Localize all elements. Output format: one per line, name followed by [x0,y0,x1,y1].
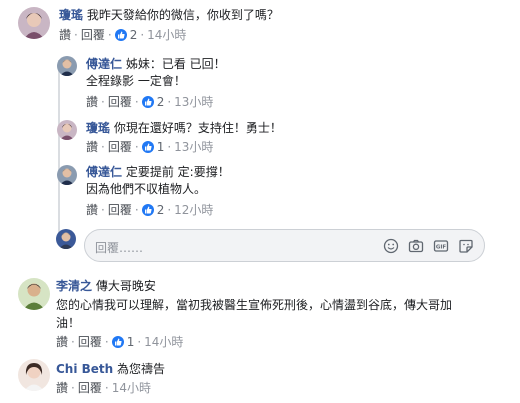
like-badge-icon[interactable] [141,141,154,153]
like-badge-icon[interactable] [114,29,127,41]
reply-actions: 讚 · 回覆 · 1 · 13小時 [86,140,214,154]
reply-input[interactable]: 回覆…… GIF [84,229,485,262]
commenter-name[interactable]: 瓊瑤 [86,121,110,135]
timestamp[interactable]: 13小時 [174,140,213,154]
like-count[interactable]: 2 [157,95,165,109]
gif-icon[interactable]: GIF [433,238,449,254]
like-count[interactable]: 2 [130,28,138,42]
reply-actions: 讚 · 回覆 · 2 · 12小時 [86,203,214,217]
comment-text: 我昨天發給你的微信，你收到了嗎？ [86,8,279,22]
reply-link[interactable]: 回覆 [108,203,132,217]
comment-actions: 讚 · 回覆 · 1 · 14小時 [56,335,184,349]
avatar[interactable] [18,359,50,391]
thread-connector-line [58,60,60,236]
reply-link[interactable]: 回覆 [78,335,102,349]
commenter-name[interactable]: 李清之 [56,279,92,293]
commenter-name[interactable]: 瓊瑤 [59,8,83,22]
reply-link[interactable]: 回覆 [108,140,132,154]
like-badge-icon[interactable] [141,96,154,108]
reply-input-placeholder: 回覆…… [95,241,144,255]
reply-link[interactable]: 回覆 [81,28,105,42]
reply-actions: 讚 · 回覆 · 2 · 13小時 [86,95,214,109]
current-user-avatar [56,229,76,249]
like-badge-icon[interactable] [111,336,124,348]
like-link[interactable]: 讚 [56,381,68,395]
avatar[interactable] [57,165,77,185]
like-count[interactable]: 1 [127,335,135,349]
like-count[interactable]: 1 [157,140,165,154]
like-badge-icon[interactable] [141,204,154,216]
avatar[interactable] [57,120,77,140]
reply-text-line: 瓊瑤 你現在還好嗎？支持住！勇士！ [86,120,282,136]
comment-text-line: Chi Beth 為您禱告 [56,361,165,377]
avatar[interactable] [18,7,50,39]
reply-text: 你現在還好嗎？支持住！勇士！ [113,121,282,135]
reply-link[interactable]: 回覆 [108,95,132,109]
camera-icon[interactable] [408,238,424,254]
comment-text-line: 瓊瑤 我昨天發給你的微信，你收到了嗎？ [59,7,279,23]
smiley-icon[interactable] [383,238,399,254]
like-link[interactable]: 讚 [59,28,71,42]
reply-text-line: 傅達仁 定要提前 定:要撐！ [86,164,230,180]
reply-text-line: 因為他們不収植物人。 [86,182,207,196]
sticker-icon[interactable] [458,238,474,254]
comment-text: 傳大哥晚安 [95,279,156,293]
reply-text: 姊妹：已看 已回！ [125,57,226,71]
reply-text: 定要提前 定:要撐！ [125,165,230,179]
commenter-name[interactable]: Chi Beth [56,362,113,376]
reply-link[interactable]: 回覆 [78,381,102,395]
avatar[interactable] [57,56,77,76]
timestamp[interactable]: 12小時 [174,203,213,217]
reply-text-line: 全程錄影 一定會！ [86,74,186,88]
timestamp[interactable]: 14小時 [147,28,186,42]
like-link[interactable]: 讚 [86,203,98,217]
like-link[interactable]: 讚 [56,335,68,349]
like-count[interactable]: 2 [157,203,165,217]
timestamp[interactable]: 14小時 [112,381,151,395]
svg-text:GIF: GIF [436,245,447,251]
comment-text: 為您禱告 [117,362,166,376]
like-link[interactable]: 讚 [86,95,98,109]
comment-text-line: 您的心情我可以理解，當初我被醫生宣佈死刑後，心情盪到谷底，傳大哥加 [56,298,453,312]
comment-actions: 讚 · 回覆 · 14小時 [56,381,151,395]
comment-text-line: 油！ [56,316,81,330]
avatar[interactable] [18,278,50,310]
timestamp[interactable]: 13小時 [174,95,213,109]
commenter-name[interactable]: 傅達仁 [86,57,122,71]
like-link[interactable]: 讚 [86,140,98,154]
comment-text-line: 李清之 傳大哥晚安 [56,278,156,294]
reply-text-line: 傅達仁 姊妹：已看 已回！ [86,56,226,72]
reply-input-tools: GIF [383,238,474,254]
commenter-name[interactable]: 傅達仁 [86,165,122,179]
timestamp[interactable]: 14小時 [144,335,183,349]
comment-actions: 讚 · 回覆 · 2 · 14小時 [59,28,187,42]
